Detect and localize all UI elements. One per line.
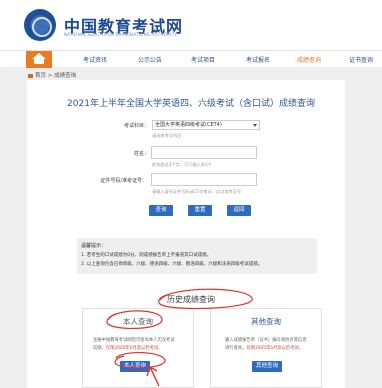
id-input[interactable] — [151, 173, 257, 186]
nav-item-registration[interactable]: 考试报名 — [246, 55, 270, 64]
other-query-text-prefix: 进行查询， — [225, 346, 247, 351]
personal-query-title: 本人查询 — [123, 317, 153, 326]
page-title: 2021年上半年全国大学英语四、六级考试（含口试）成绩查询 — [67, 99, 315, 109]
subject-label: 考试科目： — [123, 123, 149, 129]
name-input[interactable] — [151, 146, 257, 159]
query-button[interactable]: 查询 — [149, 205, 173, 216]
personal-query-text-prefix: 成绩， — [93, 346, 106, 351]
history-title: 历史成绩查询 — [167, 295, 215, 304]
personal-query-box: 本人查询 注册中国教育考试网后可查询本人历次考试 成绩，仅限2005年6月及以后… — [82, 308, 194, 388]
site-logo-icon[interactable] — [24, 9, 56, 41]
nav-item-exam-projects[interactable]: 考试项目 — [191, 55, 215, 64]
tips-box: 温馨提示： 1. 若考生的口试成绩为0分，则成绩报告单上不报道其口试成绩。 2.… — [77, 238, 317, 274]
id-hint: 请输入身份证件号码或15位笔试、口试准考证号 — [152, 189, 242, 194]
subject-select[interactable]: 全国大学英语四级考试(CET4) — [152, 120, 260, 130]
nav-item-score-query[interactable]: 成绩查询 — [297, 55, 321, 64]
breadcrumb-home[interactable]: 首页 — [35, 73, 46, 79]
main-nav: 考试资讯 公示公告 考试项目 考试报名 成绩查询 证书查询 — [0, 50, 382, 68]
page: 中国教育考试网 NATIONAL EDUCATION EXAMINATIONS … — [0, 0, 382, 388]
breadcrumb-separator: > — [46, 73, 55, 79]
subject-hint: 请选择考试科目 — [152, 133, 182, 138]
other-query-text-1: 输入成绩报告单（证书）编号和姓名等信息 — [225, 338, 307, 343]
nav-item-exam-news[interactable]: 考试资讯 — [83, 55, 107, 64]
nav-item-certificate-query[interactable]: 证书查询 — [349, 55, 373, 64]
breadcrumb-current: 成绩查询 — [54, 73, 77, 79]
back-button[interactable]: 返回 — [227, 205, 251, 216]
chevron-down-icon — [253, 124, 257, 127]
site-subtitle: NATIONAL EDUCATION EXAMINATIONS AUTHORIT… — [64, 32, 178, 37]
id-label: 证件号码/准考证号： — [100, 178, 147, 184]
other-query-limit: 仅限2005年6月及以后考试。 — [246, 346, 304, 351]
home-icon — [28, 73, 33, 78]
subject-select-value: 全国大学英语四级考试(CET4) — [155, 122, 222, 128]
nav-item-announcements[interactable]: 公示公告 — [138, 55, 162, 64]
reset-button[interactable]: 重置 — [188, 205, 212, 216]
home-icon[interactable] — [26, 51, 52, 68]
personal-query-limit: 仅限2005年6月及以后考试。 — [105, 346, 163, 351]
name-hint: 姓名超过3个字，可只输入前3个 — [152, 162, 212, 167]
tips-line-1: 1. 若考生的口试成绩为0分，则成绩报告单上不报道其口试成绩。 — [81, 253, 212, 258]
other-query-box: 其他查询 输入成绩报告单（证书）编号和姓名等信息 进行查询，仅限2005年6月及… — [210, 308, 322, 388]
tips-title: 温馨提示： — [81, 243, 107, 249]
personal-query-button[interactable]: 本人查询 — [120, 361, 150, 372]
other-query-title: 其他查询 — [251, 317, 281, 326]
site-header: 中国教育考试网 NATIONAL EDUCATION EXAMINATIONS … — [0, 0, 382, 50]
tips-line-2: 2. 以上查询包含已停四级、六级、德语四级、六级、俄语四级、六级和法语四级考试成… — [81, 262, 263, 267]
personal-query-text-1: 注册中国教育考试网后可查询本人历次考试 — [93, 338, 175, 343]
name-label: 姓名： — [133, 151, 149, 157]
other-query-button[interactable]: 其他查询 — [252, 361, 282, 372]
breadcrumb: 首页 > 成绩查询 — [28, 71, 76, 79]
other-query-text-2: 进行查询，仅限2005年6月及以后考试。 — [225, 345, 303, 351]
personal-query-text-2: 成绩，仅限2005年6月及以后考试。 — [93, 345, 163, 351]
